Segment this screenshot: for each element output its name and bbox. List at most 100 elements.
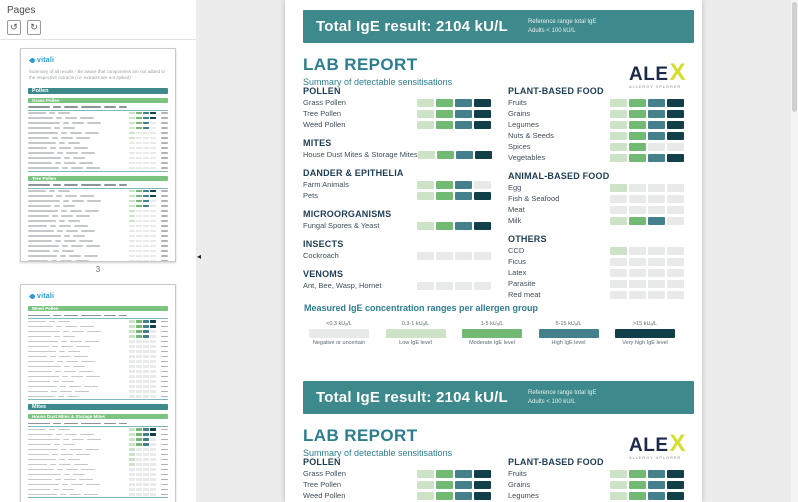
allergen-label: Spices bbox=[508, 142, 531, 151]
ige-swatch-neg bbox=[648, 279, 665, 288]
legend-range: 5-15 kUₐ/L bbox=[555, 321, 582, 327]
ige-swatch-mod bbox=[629, 142, 646, 151]
ige-swatch-high bbox=[455, 469, 472, 478]
ige-swatch-low bbox=[417, 120, 434, 129]
ige-swatch-high bbox=[455, 221, 472, 230]
legend-item: 0.3-1 kUₐ/L Low IgE level bbox=[385, 321, 446, 346]
category-group: POLLEN Grass Pollen Tree Pollen Weed Pollen bbox=[303, 457, 491, 501]
sensitisation-columns: POLLEN Grass Pollen Tree Pollen Weed Pollen… bbox=[303, 86, 684, 308]
legend-range: 0.3-1 kUₐ/L bbox=[401, 321, 430, 327]
ige-swatch-neg bbox=[474, 251, 491, 260]
allergen-row: House Dust Mites & Storage Mites bbox=[303, 149, 492, 160]
thumbnail-intro-text: Summary of all results - Be aware that c… bbox=[29, 69, 166, 80]
allergen-row: Fish & Seafood bbox=[508, 193, 684, 204]
ige-swatch-mod bbox=[629, 120, 646, 129]
allergen-row: Legumes bbox=[508, 119, 684, 130]
ige-swatch-neg bbox=[629, 246, 646, 255]
allergen-row: Weed Pollen bbox=[303, 119, 491, 130]
allergen-label: Red meat bbox=[508, 290, 541, 299]
allergen-row: Meat bbox=[508, 204, 684, 215]
ige-swatch-vhigh bbox=[667, 131, 684, 140]
allergen-row: Fungal Spores & Yeast bbox=[303, 220, 491, 231]
ige-swatches bbox=[417, 120, 491, 129]
scrollbar-thumb[interactable] bbox=[792, 2, 797, 112]
ige-swatch-mod bbox=[629, 98, 646, 107]
rotate-page-right-icon[interactable]: ↻ bbox=[27, 20, 41, 35]
ige-swatch-neg bbox=[474, 281, 491, 290]
ige-swatch-vhigh bbox=[474, 221, 491, 230]
ige-swatch-high bbox=[648, 109, 665, 118]
ige-swatch-neg bbox=[667, 142, 684, 151]
ige-swatch-low bbox=[610, 131, 627, 140]
ige-swatches bbox=[610, 183, 684, 192]
allergen-label: CCD bbox=[508, 246, 525, 255]
allergen-row: Ficus bbox=[508, 256, 684, 267]
allergen-row: Grains bbox=[508, 479, 684, 490]
allergen-label: Nuts & Seeds bbox=[508, 131, 554, 140]
allergen-label: Grass Pollen bbox=[303, 469, 346, 478]
allergen-label: Legumes bbox=[508, 120, 539, 129]
ige-swatch-mod bbox=[436, 480, 453, 489]
legend-swatch bbox=[462, 329, 522, 338]
ige-swatch-neg bbox=[667, 205, 684, 214]
ige-swatch-mod bbox=[629, 131, 646, 140]
legend-range: >15 kUₐ/L bbox=[632, 321, 658, 327]
ige-swatch-mod bbox=[436, 109, 453, 118]
allergen-label: Fungal Spores & Yeast bbox=[303, 221, 380, 230]
legend-item: >15 kUₐ/L Very high IgE level bbox=[615, 321, 675, 346]
category-group: VENOMS Ant, Bee, Wasp, Hornet bbox=[303, 269, 491, 291]
ige-swatch-mod bbox=[629, 153, 646, 162]
legend-range: 1-5 kUₐ/L bbox=[480, 321, 504, 327]
sensitisation-columns: POLLEN Grass Pollen Tree Pollen Weed Pollen… bbox=[303, 457, 684, 502]
reference-value-line: Adults < 100 kU/L bbox=[528, 398, 576, 405]
ige-swatch-neg bbox=[610, 257, 627, 266]
allergen-label: Grass Pollen bbox=[303, 98, 346, 107]
ige-swatch-vhigh bbox=[667, 469, 684, 478]
allergen-label: Tree Pollen bbox=[303, 480, 342, 489]
ige-swatch-high bbox=[648, 480, 665, 489]
legend-swatch bbox=[538, 329, 599, 338]
ige-swatches bbox=[610, 491, 684, 500]
lab-report-title: LAB REPORT bbox=[303, 55, 418, 74]
total-ige-banner: Total IgE result: 2104 kU/L Reference ra… bbox=[303, 10, 694, 43]
page-thumbnail-3[interactable]: vitali Summary of all results - Be aware … bbox=[20, 48, 176, 262]
page-thumbnail-4[interactable]: vitali Weed Pollen Mites House Dust Mites &… bbox=[20, 284, 176, 502]
section-band: Pollen bbox=[28, 87, 168, 94]
ige-swatch-neg bbox=[629, 257, 646, 266]
ige-swatches bbox=[417, 150, 492, 159]
ige-legend: Measured IgE concentration ranges per al… bbox=[303, 303, 684, 346]
ige-swatches bbox=[417, 191, 491, 200]
allergen-row: Grains bbox=[508, 108, 684, 119]
collapse-sidebar-icon[interactable]: ◂ bbox=[197, 252, 201, 261]
allergen-label: Parasite bbox=[508, 279, 536, 288]
allergen-label: Fruits bbox=[508, 469, 527, 478]
allergen-row: Tree Pollen bbox=[303, 479, 491, 490]
ige-swatch-neg bbox=[629, 268, 646, 277]
ige-swatches bbox=[417, 281, 491, 290]
ige-swatch-neg bbox=[629, 279, 646, 288]
rotate-page-left-icon[interactable]: ↺ bbox=[7, 20, 21, 35]
lab-report-header: LAB REPORT Summary of detectable sensiti… bbox=[303, 426, 452, 458]
allergen-row: Legumes bbox=[508, 490, 684, 501]
allergen-label: Farm Animals bbox=[303, 180, 349, 189]
ige-swatch-neg bbox=[436, 251, 453, 260]
category-group: MITES House Dust Mites & Storage Mites bbox=[303, 138, 492, 160]
allergen-label: Grains bbox=[508, 480, 531, 489]
ige-swatch-low bbox=[417, 180, 434, 189]
table-row bbox=[28, 166, 168, 171]
allergen-row: Spices bbox=[508, 141, 684, 152]
page-number-label: 3 bbox=[95, 265, 101, 274]
ige-swatch-high bbox=[455, 191, 472, 200]
ige-swatch-neg bbox=[667, 279, 684, 288]
ige-swatch-neg bbox=[667, 183, 684, 192]
ige-swatches bbox=[610, 216, 684, 225]
ige-swatch-vhigh bbox=[474, 98, 491, 107]
alex-logo-text: ALE bbox=[629, 435, 669, 456]
allergen-row: Farm Animals bbox=[303, 179, 491, 190]
vertical-scrollbar[interactable] bbox=[791, 0, 798, 502]
ige-swatch-neg bbox=[667, 268, 684, 277]
table-row bbox=[28, 492, 168, 497]
alex-logo-x: X bbox=[669, 59, 686, 86]
ige-swatch-neg bbox=[648, 268, 665, 277]
ige-swatches bbox=[610, 469, 684, 478]
